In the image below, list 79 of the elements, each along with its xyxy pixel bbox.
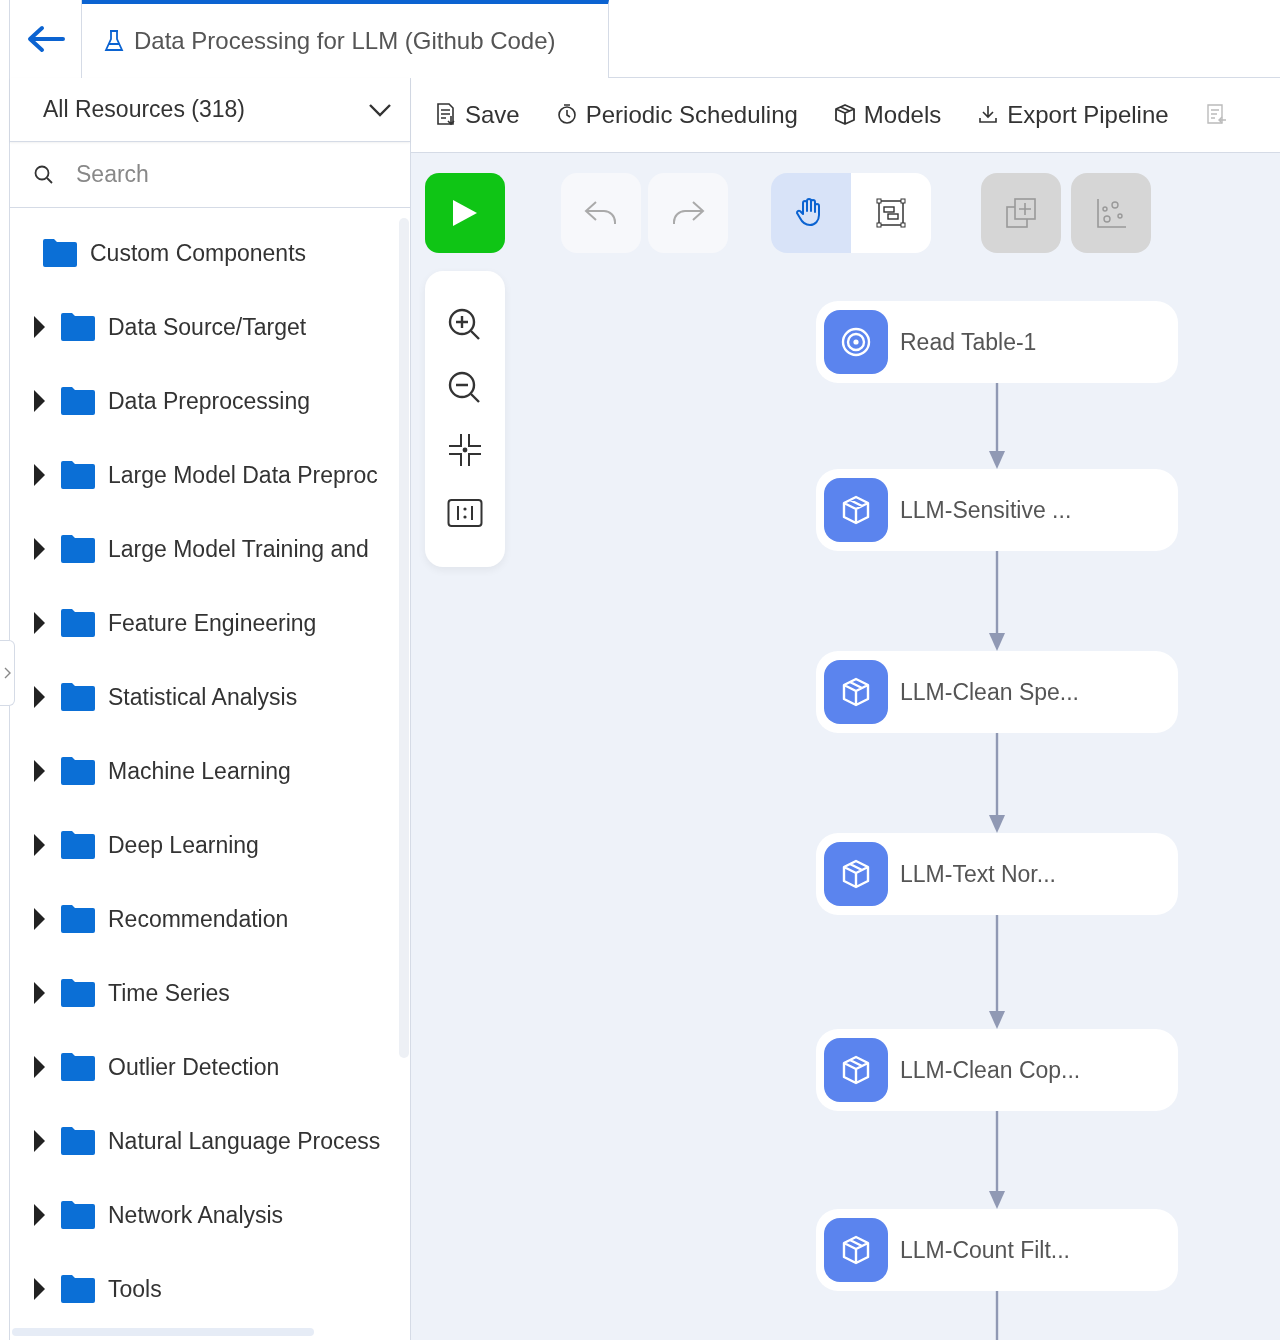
- folder-icon: [60, 756, 96, 786]
- folder-icon: [60, 1274, 96, 1304]
- undo-icon: [584, 200, 618, 226]
- node-label: LLM-Count Filt...: [900, 1235, 1070, 1265]
- toolbar-button[interactable]: Export Pipeline: [977, 97, 1169, 133]
- collapse-handle[interactable]: [0, 640, 15, 706]
- tree-item[interactable]: Time Series: [108, 975, 230, 1011]
- folder-icon: [60, 460, 96, 490]
- node-label: LLM-Text Nor...: [900, 859, 1056, 889]
- selection-frame-icon: [875, 197, 907, 229]
- tree-item[interactable]: Data Source/Target: [108, 309, 307, 345]
- pipeline-node[interactable]: Read Table-1: [816, 301, 1178, 383]
- folder-icon: [60, 830, 96, 860]
- node-label: LLM-Clean Spe...: [900, 677, 1079, 707]
- pipeline-tab[interactable]: Data Processing for LLM (Github Code): [82, 0, 609, 78]
- save-icon: [435, 103, 457, 127]
- pipeline-node[interactable]: LLM-Text Nor...: [816, 833, 1178, 915]
- run-button[interactable]: [425, 173, 505, 253]
- toolbar-button[interactable]: Save: [435, 97, 520, 133]
- tree-item[interactable]: Deep Learning: [108, 827, 259, 863]
- cube-icon: [840, 1234, 872, 1266]
- search-icon: [34, 164, 54, 185]
- tree-item[interactable]: Feature Engineering: [108, 605, 317, 641]
- canvas-mode-button[interactable]: [771, 173, 851, 253]
- folder-icon: [60, 608, 96, 638]
- pipeline-node[interactable]: LLM-Clean Cop...: [816, 1029, 1178, 1111]
- node-label: Read Table-1: [900, 327, 1037, 357]
- tree-item[interactable]: Data Preprocessing: [108, 383, 310, 419]
- resource-filter-dropdown[interactable]: All Resources (318): [10, 78, 410, 142]
- flask-icon: [104, 29, 124, 53]
- cube-icon: [840, 858, 872, 890]
- node-label: LLM-Sensitive ...: [900, 495, 1072, 525]
- cube-icon: [840, 676, 872, 708]
- cube-icon: [840, 494, 872, 526]
- back-button[interactable]: [10, 0, 82, 78]
- toolbar-button[interactable]: Periodic Scheduling: [555, 97, 798, 133]
- clock-icon: [555, 103, 578, 127]
- scatter-chart-button[interactable]: [1071, 173, 1151, 253]
- cube-icon: [833, 103, 856, 127]
- back-arrow-icon: [26, 25, 65, 53]
- folder-icon: [42, 238, 78, 268]
- pipeline-node[interactable]: LLM-Sensitive ...: [816, 469, 1178, 551]
- tree-item[interactable]: Outlier Detection: [108, 1049, 280, 1085]
- scatter-plot-icon: [1095, 197, 1127, 229]
- folder-icon: [60, 386, 96, 416]
- tree-item[interactable]: Custom Components: [90, 235, 307, 271]
- tree-item[interactable]: Large Model Training and: [108, 531, 369, 567]
- tree-item[interactable]: Network Analysis: [108, 1197, 284, 1233]
- folder-icon: [60, 682, 96, 712]
- tree-item[interactable]: Tools: [108, 1271, 162, 1307]
- overlapping-squares-plus-icon: [1005, 197, 1037, 229]
- canvas-mode-button[interactable]: [851, 173, 931, 253]
- tree-item[interactable]: Natural Language Process: [108, 1123, 381, 1159]
- folder-icon: [60, 534, 96, 564]
- document-icon: [1204, 103, 1227, 127]
- node-label: LLM-Clean Cop...: [900, 1055, 1081, 1085]
- target-icon: [840, 326, 872, 358]
- toolbar-button[interactable]: Models: [833, 97, 942, 133]
- tree-item[interactable]: Recommendation: [108, 901, 289, 937]
- vertical-scrollbar[interactable]: [399, 218, 409, 1058]
- tree-item[interactable]: Large Model Data Preproc: [108, 457, 378, 493]
- tree-item[interactable]: Statistical Analysis: [108, 679, 298, 715]
- folder-icon: [60, 312, 96, 342]
- tree-item[interactable]: Machine Learning: [108, 753, 291, 789]
- chevron-down-icon: [368, 102, 392, 117]
- folder-icon: [60, 1052, 96, 1082]
- folder-icon: [60, 904, 96, 934]
- chevron-right-icon: [3, 667, 11, 679]
- folder-icon: [60, 1126, 96, 1156]
- pipeline-node[interactable]: LLM-Count Filt...: [816, 1209, 1178, 1291]
- folder-icon: [60, 978, 96, 1008]
- horizontal-scrollbar[interactable]: [12, 1328, 314, 1336]
- play-icon: [452, 199, 478, 227]
- pipeline-node[interactable]: LLM-Clean Spe...: [816, 651, 1178, 733]
- folder-icon: [60, 1200, 96, 1230]
- cube-icon: [840, 1054, 872, 1086]
- fit-view-button[interactable]: [447, 432, 483, 469]
- fit-view-icon: [447, 432, 483, 469]
- redo-icon: [671, 200, 705, 226]
